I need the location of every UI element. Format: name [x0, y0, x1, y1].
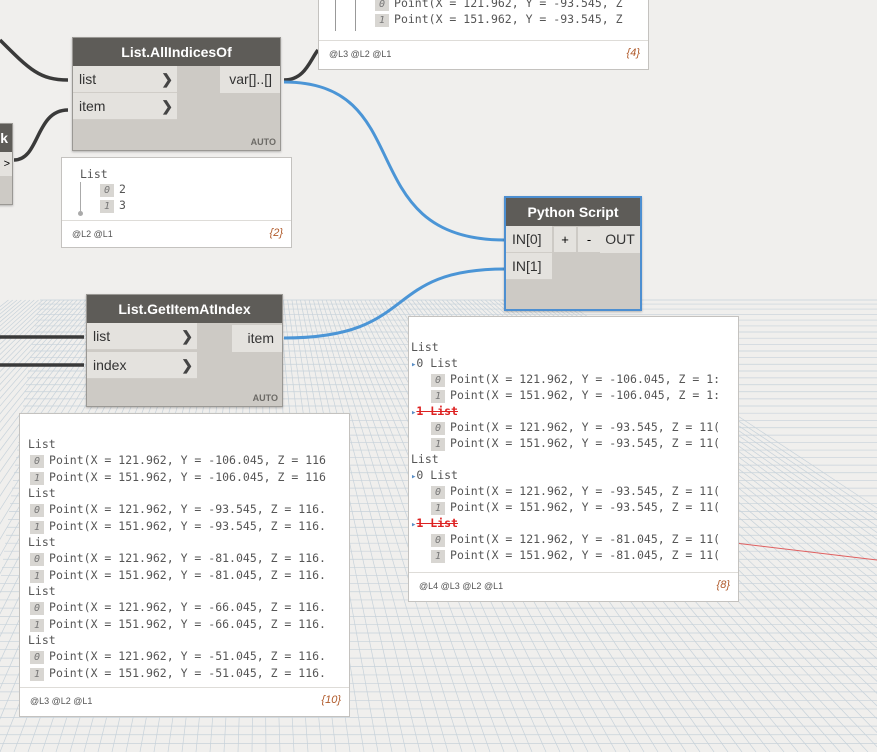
list-item: 0 Point(X = 121.962, Y = -93.545, Z = 116… [30, 501, 326, 517]
list-item: 1 Point(X = 151.962, Y = -81.045, Z = 11( [431, 547, 720, 563]
sublist-header: ▸0 List [411, 468, 458, 482]
levels-label: @L3 @L2 @L1 [329, 49, 392, 59]
add-input-button[interactable]: + [554, 227, 576, 252]
levels-label: @L2 @L1 [72, 229, 113, 239]
list-item: 1 Point(X = 151.962, Y = -93.545, Z = 11( [431, 435, 720, 451]
list-item: 0 Point(X = 121.962, Y = -106.045, Z = 11… [30, 452, 326, 468]
chevron-right-icon: ❯ [161, 98, 173, 114]
count-label: {2} [269, 227, 283, 239]
lacing-auto-label: AUTO [250, 137, 276, 147]
sublist-header-struck: ▸1 List [411, 516, 458, 530]
chevron-right-icon: ❯ [181, 357, 193, 373]
wire-indices-to-python[interactable] [283, 80, 506, 242]
node-list-allindicesof[interactable]: List.AllIndicesOf list ❯ item ❯ var[]..[… [72, 37, 281, 151]
input-port-in0[interactable]: IN[0] [506, 226, 552, 253]
list-item: 0 Point(X = 121.962, Y = -106.045, Z = 1: [431, 371, 720, 387]
remove-input-button[interactable]: - [578, 227, 600, 252]
node-title: Python Script [506, 198, 640, 226]
list-item: 1 Point(X = 151.962, Y = -51.045, Z = 116… [30, 665, 326, 681]
list-header: List [28, 437, 56, 451]
preview-allindices: List 02 13 @L2 @L1 {2} [61, 157, 292, 248]
list-item: 1 Point(X = 151.962, Y = -106.045, Z = 11… [30, 469, 326, 485]
wire-to-item-input[interactable] [13, 108, 69, 162]
node-list-getitematindex[interactable]: List.GetItemAtIndex list ❯ index ❯ item … [86, 294, 283, 407]
list-header: List [411, 340, 439, 354]
list-item: 0 Point(X = 121.962, Y = -81.045, Z = 11( [431, 531, 720, 547]
list-item: 0 Point(X = 121.962, Y = -93.545, Z = 11( [431, 483, 720, 499]
list-item: 0 Point(X = 121.962, Y = -81.045, Z = 116… [30, 550, 326, 566]
preview-top: 0 Point(X = 121.962, Y = -93.545, Z 1 Poin… [318, 0, 649, 70]
sublist-header-struck: ▸1 List [411, 404, 458, 418]
list-item: 1 Point(X = 151.962, Y = -81.045, Z = 116… [30, 567, 326, 583]
node-title: List.GetItemAtIndex [87, 295, 282, 323]
partial-output-port[interactable]: > [0, 152, 12, 176]
list-item: 0 Point(X = 121.962, Y = -66.045, Z = 116… [30, 599, 326, 615]
list-item: 1 Point(X = 151.962, Y = -106.045, Z = 1: [431, 387, 720, 403]
output-port-var[interactable]: var[]..[] [220, 66, 280, 93]
count-label: {8} [716, 579, 730, 591]
count-label: {10} [321, 694, 341, 706]
list-header: List [28, 584, 56, 598]
list-header: List [28, 633, 56, 647]
chevron-right-icon: ❯ [181, 328, 193, 344]
output-port-item[interactable]: item [232, 325, 282, 352]
levels-label: @L3 @L2 @L1 [30, 696, 93, 706]
list-item: 1 Point(X = 151.962, Y = -66.045, Z = 116… [30, 616, 326, 632]
input-port-index[interactable]: index ❯ [87, 352, 197, 379]
input-port-in1[interactable]: IN[1] [506, 253, 552, 280]
list-item: 1 Point(X = 151.962, Y = -93.545, Z = 116… [30, 518, 326, 534]
node-python-script[interactable]: Python Script IN[0] IN[1] + - OUT [504, 196, 642, 311]
output-port-out[interactable]: OUT [600, 226, 640, 253]
list-item: 1 Point(X = 151.962, Y = -93.545, Z = 11( [431, 499, 720, 515]
chevron-right-icon: ❯ [161, 71, 173, 87]
sublist-header: ▸0 List [411, 356, 458, 370]
list-item: 0 Point(X = 121.962, Y = -93.545, Z = 11( [431, 419, 720, 435]
input-port-list[interactable]: list ❯ [87, 323, 197, 350]
levels-label: @L4 @L3 @L2 @L1 [419, 581, 504, 591]
node-title: List.AllIndicesOf [73, 38, 280, 66]
count-label: {4} [626, 47, 640, 59]
partial-node[interactable]: k > [0, 123, 13, 205]
input-port-item[interactable]: item ❯ [73, 93, 177, 120]
input-port-list[interactable]: list ❯ [73, 66, 177, 93]
preview-getitematindex: List 0 Point(X = 121.962, Y = -106.045, Z … [19, 413, 350, 717]
wire-to-list-input[interactable] [0, 38, 69, 82]
lacing-auto-label: AUTO [252, 393, 278, 403]
list-header: List [411, 452, 439, 466]
preview-python-script: List ▸0 List 0 Point(X = 121.962, Y = -106.… [408, 316, 739, 602]
list-header: List [28, 486, 56, 500]
wire-to-top-preview[interactable] [283, 48, 320, 82]
list-header: List [28, 535, 56, 549]
list-item: 0 Point(X = 121.962, Y = -51.045, Z = 116… [30, 648, 326, 664]
